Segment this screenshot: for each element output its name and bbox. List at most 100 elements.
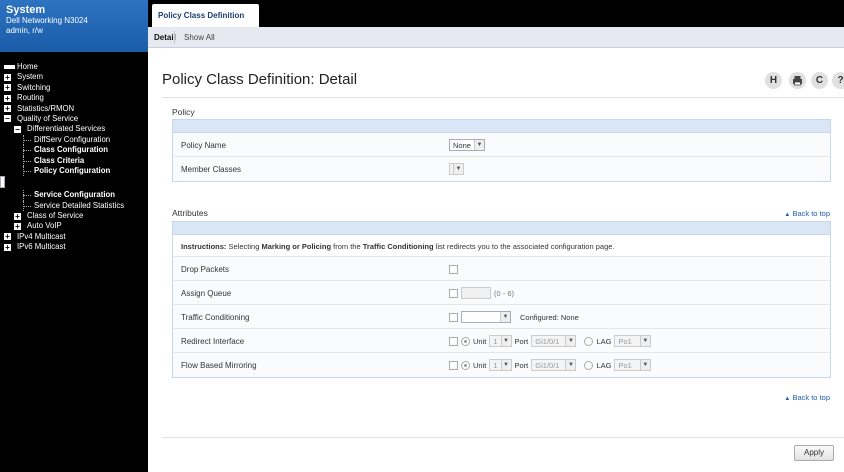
nav-item[interactable]: DiffServ Configuration	[0, 134, 148, 146]
nav-item[interactable]: + System	[0, 72, 148, 82]
chevron-down-icon: ▼	[453, 164, 463, 174]
collapse-icon[interactable]: −	[14, 125, 21, 133]
drop-packets-row: Drop Packets	[173, 257, 830, 281]
member-classes-select[interactable]: ▼	[449, 163, 464, 175]
traffic-conditioning-select[interactable]: ▼	[461, 311, 511, 323]
mirroring-lag-select[interactable]: Po1 ▼	[614, 359, 651, 371]
traffic-conditioning-checkbox[interactable]	[449, 312, 458, 322]
system-user: admin, r/w	[6, 26, 43, 35]
nav-item-label: Class Configuration	[34, 145, 109, 155]
attributes-panel-header	[173, 222, 830, 235]
nav-item-label: IPv6 Multicast	[17, 242, 66, 252]
expand-icon[interactable]: +	[4, 233, 11, 241]
mirroring-unit-select[interactable]: 1 ▼	[489, 359, 512, 371]
expand-icon[interactable]: +	[4, 73, 11, 81]
subtab-show-all[interactable]: Show All	[184, 33, 215, 42]
nav-item[interactable]: Home	[0, 62, 148, 72]
system-header: System Dell Networking N3024 admin, r/w	[0, 0, 148, 52]
redirect-lag-select[interactable]: Po1 ▼	[614, 335, 651, 347]
instructions-lead: Instructions:	[181, 242, 227, 251]
nav-item[interactable]: + IPv6 Multicast	[0, 242, 148, 252]
redirect-checkbox[interactable]	[449, 336, 458, 346]
sidebar: System Dell Networking N3024 admin, r/w …	[0, 0, 148, 472]
nav-item[interactable]: − Differentiated Services	[0, 124, 148, 134]
subtab-detail[interactable]: Detail	[154, 33, 176, 42]
nav-item[interactable]: + Routing	[0, 93, 148, 103]
tree-line	[23, 150, 31, 152]
apply-button[interactable]: Apply	[794, 445, 834, 461]
chevron-down-icon: ▼	[565, 336, 576, 346]
chevron-down-icon: ▼	[500, 336, 511, 346]
expand-icon[interactable]: +	[4, 105, 11, 113]
redirect-unit-radio[interactable]	[461, 336, 470, 346]
nav-item-label: Switching	[17, 82, 51, 92]
nav-item[interactable]: − Quality of Service	[0, 114, 148, 124]
flow-mirroring-label: Flow Based Mirroring	[181, 361, 257, 370]
mirroring-lag-value: Po1	[618, 360, 632, 370]
nav-item-label: Home	[17, 62, 38, 71]
expand-icon[interactable]: +	[4, 243, 11, 251]
back-to-top-link-bottom[interactable]: ▲ Back to top	[784, 393, 830, 402]
nav-item[interactable]: + Auto VoIP	[0, 221, 148, 231]
expand-icon[interactable]: +	[4, 94, 11, 102]
nav-item-label: Class Criteria	[34, 155, 85, 165]
nav-item[interactable]: Policy Configuration	[0, 165, 148, 177]
redirect-lag-value: Po1	[618, 336, 632, 346]
expand-icon[interactable]: +	[14, 222, 21, 230]
policy-panel-header	[173, 120, 830, 133]
redirect-unit-select[interactable]: 1 ▼	[489, 335, 512, 347]
nav-item[interactable]: Policy Class Definition	[0, 176, 5, 189]
redirect-interface-row: Redirect Interface Unit 1 ▼ Port Gi1/0/1 ▼…	[173, 329, 830, 353]
chevron-down-icon: ▼	[639, 360, 650, 370]
nav-item[interactable]: Service Detailed Statistics	[0, 200, 148, 212]
mirroring-lag-radio[interactable]	[584, 360, 594, 370]
top-tab-bar: Policy Class Definition	[148, 0, 844, 27]
nav-tree: Home + System + Switching + Routing + Statistics…	[0, 62, 148, 253]
triangle-up-icon: ▲	[784, 212, 791, 218]
traffic-conditioning-row: Traffic Conditioning ▼ Configured: None	[173, 305, 830, 329]
member-classes-label: Member Classes	[181, 165, 242, 174]
redirect-interface-label: Redirect Interface	[181, 337, 245, 346]
redirect-unit-value: 1	[493, 336, 498, 346]
tab-policy-class-definition[interactable]: Policy Class Definition	[152, 4, 259, 27]
page-title: Policy Class Definition: Detail	[162, 71, 358, 88]
help-h-icon[interactable]: H	[765, 72, 782, 89]
print-icon[interactable]	[789, 72, 806, 89]
drop-packets-checkbox[interactable]	[449, 264, 458, 274]
policy-name-select[interactable]: None ▼	[449, 139, 485, 151]
nav-item[interactable]: Service Configuration	[0, 190, 148, 201]
system-model: Dell Networking N3024	[6, 16, 88, 25]
nav-item[interactable]: + Switching	[0, 83, 148, 93]
sub-tab-bar: Detail Show All	[148, 27, 844, 48]
nav-item[interactable]: + Class of Service	[0, 211, 148, 221]
nav-item-label: Service Detailed Statistics	[34, 200, 125, 210]
assign-queue-input[interactable]	[461, 287, 491, 299]
instructions-text: Instructions: Selecting Marking or Polic…	[173, 235, 830, 257]
redirect-lag-radio[interactable]	[584, 336, 594, 346]
main-content: Policy Class Definition: Detail H C ? Po…	[148, 48, 844, 472]
back-to-top-link[interactable]: ▲ Back to top	[784, 209, 830, 218]
assign-queue-row: Assign Queue (0 - 6)	[173, 281, 830, 305]
collapse-icon[interactable]: −	[4, 115, 11, 123]
mirroring-checkbox[interactable]	[449, 360, 458, 370]
expand-icon[interactable]: +	[14, 212, 21, 220]
expand-icon[interactable]: +	[4, 84, 11, 92]
mirroring-unit-radio[interactable]	[461, 360, 470, 370]
nav-item[interactable]: Class Configuration	[0, 145, 148, 156]
nav-item[interactable]: Class Criteria	[0, 155, 148, 166]
nav-item[interactable]: + IPv4 Multicast	[0, 232, 148, 242]
attributes-section-title: Attributes	[172, 208, 208, 218]
member-classes-row: Member Classes ▼	[173, 157, 830, 181]
redirect-port-select[interactable]: Gi1/0/1 ▼	[531, 335, 577, 347]
instructions-part-2: from the	[331, 242, 363, 251]
mirroring-unit-value: 1	[493, 360, 498, 370]
flow-mirroring-row: Flow Based Mirroring Unit 1 ▼ Port Gi1/0/…	[173, 353, 830, 377]
assign-queue-label: Assign Queue	[181, 289, 232, 298]
nav-item[interactable]: + Statistics/RMON	[0, 104, 148, 114]
mirroring-port-value: Gi1/0/1	[535, 360, 560, 370]
refresh-icon[interactable]: C	[811, 72, 828, 89]
chevron-down-icon: ▼	[500, 312, 510, 322]
mirroring-port-select[interactable]: Gi1/0/1 ▼	[531, 359, 577, 371]
assign-queue-checkbox[interactable]	[449, 288, 458, 298]
question-icon[interactable]: ?	[832, 72, 844, 89]
